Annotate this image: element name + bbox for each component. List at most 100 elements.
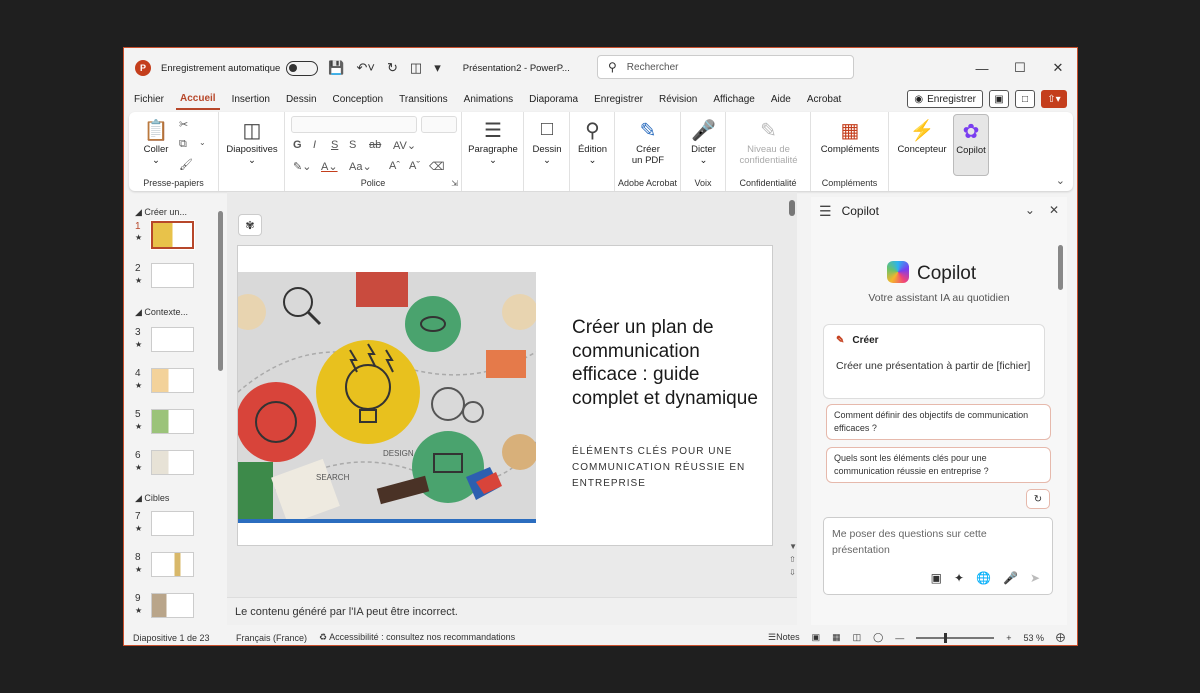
customize-qat-icon[interactable]: ▾ [434,60,441,76]
next-slide-icon[interactable]: ⇩ [789,566,797,579]
copy-icon[interactable]: ⧉ [179,138,187,151]
editing-button[interactable]: ⚲ Édition ⌄ [572,118,613,166]
tab-affichage[interactable]: Affichage [709,88,759,110]
close-icon[interactable]: ✕ [1049,203,1059,217]
tab-enregistrer[interactable]: Enregistrer [590,88,647,110]
previous-slide-icon[interactable]: ⇧ [789,553,797,566]
clear-format-icon[interactable]: ⌫ [429,160,445,173]
redo-icon[interactable]: ↻ [387,60,398,76]
slideshow-icon[interactable]: ◯ [873,632,883,643]
present-button[interactable]: ▣ [989,90,1009,108]
slide-thumbnail[interactable] [151,368,194,393]
tab-acrobat[interactable]: Acrobat [803,88,845,110]
comments-button[interactable]: □ [1015,90,1035,108]
hamburger-menu-icon[interactable]: ☰ [819,203,832,220]
save-icon[interactable]: 💾 [328,60,344,76]
copilot-prompt-input[interactable]: Me poser des questions sur cette présent… [823,517,1053,595]
reading-view-icon[interactable]: ◫ [853,632,862,643]
section-header[interactable]: ◢ Cibles [135,493,169,504]
underline-icon[interactable]: S [331,139,338,151]
tab-diaporama[interactable]: Diaporama [525,88,582,110]
language-indicator[interactable]: Français (France) [236,633,307,643]
slide-thumbnail[interactable] [151,450,194,475]
slide-thumbnail[interactable] [151,511,194,536]
tab-revision[interactable]: Révision [655,88,701,110]
format-painter-icon[interactable]: 🖌 [179,158,193,171]
zoom-out-icon[interactable]: — [895,633,904,643]
strikethrough-icon[interactable]: ab [369,139,381,151]
font-dialog-launcher-icon[interactable]: ⇲ [451,179,458,188]
character-spacing-icon[interactable]: AV⌄ [393,139,416,152]
cut-icon[interactable]: ✂ [179,118,188,131]
copy-dropdown-icon[interactable]: ⌄ [199,138,206,147]
present-from-start-icon[interactable]: ◫ [410,60,422,76]
italic-icon[interactable]: I [313,139,316,151]
record-button[interactable]: ◉ Enregistrer [907,90,983,108]
document-title[interactable]: Présentation2 - PowerP... [463,63,570,74]
send-icon[interactable]: ➤ [1030,570,1040,586]
tab-accueil[interactable]: Accueil [176,88,220,110]
slides-button[interactable]: ◫ Diapositives ⌄ [223,118,281,166]
tab-insertion[interactable]: Insertion [228,88,274,110]
globe-icon[interactable]: 🌐 [976,570,991,586]
normal-view-icon[interactable]: ▣ [812,632,821,643]
tab-fichier[interactable]: Fichier [130,88,168,110]
microphone-icon[interactable]: 🎤 [1003,570,1018,586]
image-attach-icon[interactable]: ▣ [931,570,942,586]
slide-sorter-icon[interactable]: ▦ [832,632,841,643]
create-prompt-card[interactable]: ✎ Créer Créer une présentation à partir d… [823,324,1045,399]
decrease-font-icon[interactable]: Aˇ [409,160,420,172]
close-icon[interactable]: ✕ [1039,48,1077,88]
change-case-icon[interactable]: Aa⌄ [349,160,372,173]
slide-thumbnail[interactable] [151,327,194,352]
collapse-ribbon-icon[interactable]: ⌄ [1056,174,1065,187]
current-slide[interactable]: DESIGN SEARCH Créer un plan de communica… [237,245,773,546]
zoom-in-icon[interactable]: + [1006,633,1011,643]
tab-aide[interactable]: Aide [767,88,795,110]
slide-thumbnail[interactable] [151,593,194,618]
copilot-scrollbar[interactable] [1058,245,1063,290]
font-color-icon[interactable]: A⌄ [321,160,338,173]
thumbnails-scrollbar[interactable] [218,211,223,371]
bold-icon[interactable]: G [293,139,302,151]
section-header[interactable]: ◢ Créer un... [135,207,187,218]
designer-button[interactable]: ⚡ Concepteur [893,118,951,155]
increase-font-icon[interactable]: Aˆ [389,160,400,172]
copilot-ribbon-button[interactable]: ✿ Copilot [953,114,989,176]
section-header[interactable]: ◢ Contexte... [135,307,188,318]
suggestion-chip[interactable]: Comment définir des objectifs de communi… [826,404,1051,440]
slide-image[interactable]: DESIGN SEARCH [238,272,536,523]
designer-suggestion-button[interactable]: ✾ [238,214,262,236]
maximize-icon[interactable]: ☐ [1001,48,1039,88]
slide-title[interactable]: Créer un plan de communication efficace … [572,316,762,410]
editor-scroll-arrows[interactable]: ▼ ⇧ ⇩ [789,540,797,579]
undo-icon[interactable]: ↶˅ [357,60,375,76]
slide-thumbnail[interactable] [150,220,195,250]
slide-subtitle[interactable]: ÉLÉMENTS CLÉS POUR UNE COMMUNICATION RÉU… [572,444,767,492]
accessibility-status[interactable]: ♻ Accessibilité : consultez nos recomman… [319,632,515,643]
create-pdf-button[interactable]: ✎ Créer un PDF [619,118,677,166]
highlight-icon[interactable]: ✎⌄ [293,160,311,173]
minimize-icon[interactable]: — [963,48,1001,88]
chevron-down-icon[interactable]: ⌄ [1025,203,1035,217]
suggestion-chip[interactable]: Quels sont les éléments clés pour une co… [826,447,1051,483]
font-size-select[interactable] [421,116,457,133]
share-button[interactable]: ⇧▾ [1041,90,1067,108]
search-box[interactable]: ⚲ Rechercher [597,55,854,79]
dictate-button[interactable]: 🎤 Dicter ⌄ [683,118,724,166]
zoom-level[interactable]: 53 % [1023,633,1044,643]
slide-thumbnail[interactable] [151,263,194,288]
notes-button[interactable]: ☰Notes [768,632,800,643]
fit-to-window-icon[interactable]: ⨁ [1056,632,1065,643]
tab-transitions[interactable]: Transitions [395,88,452,110]
prompt-gallery-icon[interactable]: ✦ [954,570,964,586]
editor-scrollbar[interactable] [789,200,795,216]
tab-conception[interactable]: Conception [329,88,388,110]
zoom-slider[interactable] [916,632,995,643]
paragraph-button[interactable]: ☰ Paragraphe ⌄ [465,118,521,166]
font-name-select[interactable] [291,116,417,133]
autosave-toggle[interactable] [286,60,319,76]
drawing-button[interactable]: □ Dessin ⌄ [526,118,568,166]
sensitivity-button[interactable]: ✎ Niveau de confidentialité [730,118,807,166]
slide-thumbnail[interactable] [151,409,194,434]
